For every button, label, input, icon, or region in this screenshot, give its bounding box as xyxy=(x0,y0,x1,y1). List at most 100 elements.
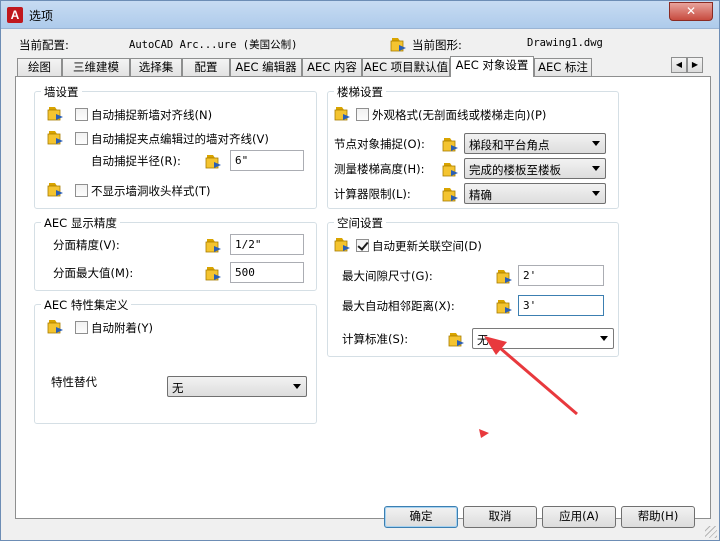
wall-snap-grip-checkbox[interactable] xyxy=(75,132,88,145)
wall-snap-grip-label: 自动捕捉夹点编辑过的墙对齐线(V) xyxy=(91,132,269,146)
max-adjacent-row: 最大自动相邻距离(X): 3' xyxy=(334,295,614,316)
measure-height-row: 测量楼梯高度(H): 完成的楼板至楼板 xyxy=(334,158,614,179)
calculator-limit-label: 计算器限制(L): xyxy=(334,187,411,201)
auto-attach-label: 自动附着(Y) xyxy=(91,321,153,335)
wall-no-cleanup-row: 不显示墙洞收头样式(T) xyxy=(47,181,307,201)
stair-exterior-checkbox[interactable] xyxy=(356,108,369,121)
tab-3d-modeling[interactable]: 三维建模 xyxy=(62,58,130,76)
drawing-setting-icon xyxy=(47,105,64,121)
drawing-setting-icon xyxy=(496,268,513,284)
calc-standard-label: 计算标准(S): xyxy=(342,332,409,346)
title-bar[interactable]: A 选项 ✕ xyxy=(1,1,719,29)
auto-update-checkbox[interactable] xyxy=(356,239,369,252)
property-override-value: 无 xyxy=(172,381,184,395)
tab-aec-dimension[interactable]: AEC 标注 xyxy=(534,58,592,76)
fraction-max-label: 分面最大值(M): xyxy=(53,266,134,280)
drawing-setting-icon xyxy=(205,237,222,253)
fraction-precision-label: 分面精度(V): xyxy=(53,238,120,252)
dialog-client: 当前配置: AutoCAD Arc...ure (美国公制) 当前图形: Dra… xyxy=(7,30,713,536)
max-gap-label: 最大间隙尺寸(G): xyxy=(342,269,433,283)
tab-strip: 绘图 三维建模 选择集 配置 AEC 编辑器 AEC 内容 AEC 项目默认值 … xyxy=(17,56,707,77)
auto-attach-row: 自动附着(Y) xyxy=(47,318,247,338)
calculator-limit-select[interactable]: 精确 xyxy=(464,183,606,204)
auto-update-label: 自动更新关联空间(D) xyxy=(372,239,482,253)
wall-snap-center-checkbox[interactable] xyxy=(75,108,88,121)
drawing-setting-icon xyxy=(205,265,222,281)
current-profile-value: AutoCAD Arc...ure (美国公制) xyxy=(129,39,298,51)
resize-grip[interactable] xyxy=(705,526,717,538)
wall-snap-radius-row: 自动捕捉半径(R): 6" xyxy=(47,150,312,171)
wall-no-cleanup-label: 不显示墙洞收头样式(T) xyxy=(91,184,211,198)
drawing-setting-icon xyxy=(334,105,351,121)
max-adjacent-input[interactable]: 3' xyxy=(518,295,604,316)
fraction-precision-input[interactable]: 1/2" xyxy=(230,234,304,255)
calc-standard-select[interactable]: 无 xyxy=(472,328,614,349)
tab-scroll-left[interactable]: ◀ xyxy=(671,57,687,73)
measure-height-value: 完成的楼板至楼板 xyxy=(469,163,561,177)
baidu-watermark: Baidu经验 xyxy=(556,485,671,510)
stair-exterior-label: 外观格式(无剖面线或楼梯走向)(P) xyxy=(372,108,547,122)
display-precision-group: AEC 显示精度 分面精度(V): 1/2" 分面最大值(M): 500 xyxy=(34,215,317,291)
property-set-title: AEC 特性集定义 xyxy=(41,297,132,313)
cancel-button[interactable]: 取消 xyxy=(463,506,537,528)
current-drawing-value: Drawing1.dwg xyxy=(527,37,603,49)
aec-object-settings-panel: 墙设置 自动捕捉新墙对齐线(N) 自动捕捉夹点编辑过的墙对齐线(V) 自动捕捉半… xyxy=(15,76,711,519)
wall-settings-title: 墙设置 xyxy=(41,84,82,100)
drawing-setting-icon xyxy=(47,129,64,145)
auto-attach-checkbox[interactable] xyxy=(75,321,88,334)
arrow-right-icon: ▶ xyxy=(691,60,699,69)
profile-row: 当前配置: AutoCAD Arc...ure (美国公制) 当前图形: Dra… xyxy=(7,34,713,54)
max-gap-input[interactable]: 2' xyxy=(518,265,604,286)
drawing-setting-icon xyxy=(442,136,459,152)
fraction-max-input[interactable]: 500 xyxy=(230,262,304,283)
tab-aec-project-defaults[interactable]: AEC 项目默认值 xyxy=(362,58,450,76)
arrow-left-icon: ◀ xyxy=(675,60,683,69)
node-snap-row: 节点对象捕捉(O): 梯段和平台角点 xyxy=(334,133,614,154)
calculator-limit-row: 计算器限制(L): 精确 xyxy=(334,183,614,204)
calc-standard-row: 计算标准(S): 无 xyxy=(334,328,620,349)
node-snap-select[interactable]: 梯段和平台角点 xyxy=(464,133,606,154)
auto-update-row: 自动更新关联空间(D) xyxy=(334,236,614,256)
stair-settings-title: 楼梯设置 xyxy=(334,84,386,100)
max-gap-row: 最大间隙尺寸(G): 2' xyxy=(334,265,614,286)
drawing-setting-icon xyxy=(47,181,64,197)
tab-aec-object-settings[interactable]: AEC 对象设置 xyxy=(450,56,534,77)
measure-height-select[interactable]: 完成的楼板至楼板 xyxy=(464,158,606,179)
space-settings-title: 空间设置 xyxy=(334,215,386,231)
node-snap-value: 梯段和平台角点 xyxy=(469,138,550,152)
current-profile-label: 当前配置: xyxy=(19,38,69,52)
wall-snap-grip-row: 自动捕捉夹点编辑过的墙对齐线(V) xyxy=(47,129,312,149)
wall-snap-center-label: 自动捕捉新墙对齐线(N) xyxy=(91,108,213,122)
drawing-setting-icon xyxy=(334,236,351,252)
wall-snap-radius-label: 自动捕捉半径(R): xyxy=(91,154,181,168)
chevron-down-icon xyxy=(600,336,608,341)
chevron-down-icon xyxy=(592,166,600,171)
drawing-setting-icon xyxy=(442,186,459,202)
chevron-down-icon xyxy=(592,141,600,146)
calc-standard-value: 无 xyxy=(477,333,489,347)
tab-aec-content[interactable]: AEC 内容 xyxy=(302,58,362,76)
tab-scroll-right[interactable]: ▶ xyxy=(687,57,703,73)
wall-snap-radius-input[interactable]: 6" xyxy=(230,150,304,171)
max-adjacent-label: 最大自动相邻距离(X): xyxy=(342,299,455,313)
fraction-precision-row: 分面精度(V): 1/2" xyxy=(47,234,309,255)
close-icon: ✕ xyxy=(685,4,697,18)
property-override-select[interactable]: 无 xyxy=(167,376,307,397)
drawing-setting-icon xyxy=(205,153,222,169)
wall-settings-group: 墙设置 自动捕捉新墙对齐线(N) 自动捕捉夹点编辑过的墙对齐线(V) 自动捕捉半… xyxy=(34,84,317,209)
calculator-limit-value: 精确 xyxy=(469,188,492,202)
stair-exterior-row: 外观格式(无剖面线或楼梯走向)(P) xyxy=(334,105,614,125)
tab-drafting[interactable]: 绘图 xyxy=(17,58,62,76)
wall-no-cleanup-checkbox[interactable] xyxy=(75,184,88,197)
drawing-setting-icon xyxy=(442,161,459,177)
close-button[interactable]: ✕ xyxy=(669,2,713,21)
wall-snap-center-row: 自动捕捉新墙对齐线(N) xyxy=(47,105,307,125)
tab-selection[interactable]: 选择集 xyxy=(130,58,182,76)
tab-profiles[interactable]: 配置 xyxy=(182,58,230,76)
ok-button[interactable]: 确定 xyxy=(384,506,458,528)
drawing-icon xyxy=(390,36,407,52)
drawing-setting-icon xyxy=(47,318,64,334)
stair-settings-group: 楼梯设置 外观格式(无剖面线或楼梯走向)(P) 节点对象捕捉(O): 梯段和平台… xyxy=(327,84,619,209)
tab-aec-editor[interactable]: AEC 编辑器 xyxy=(230,58,302,76)
space-settings-group: 空间设置 自动更新关联空间(D) 最大间隙尺寸(G): 2' 最大自动相邻距离(… xyxy=(327,215,620,357)
